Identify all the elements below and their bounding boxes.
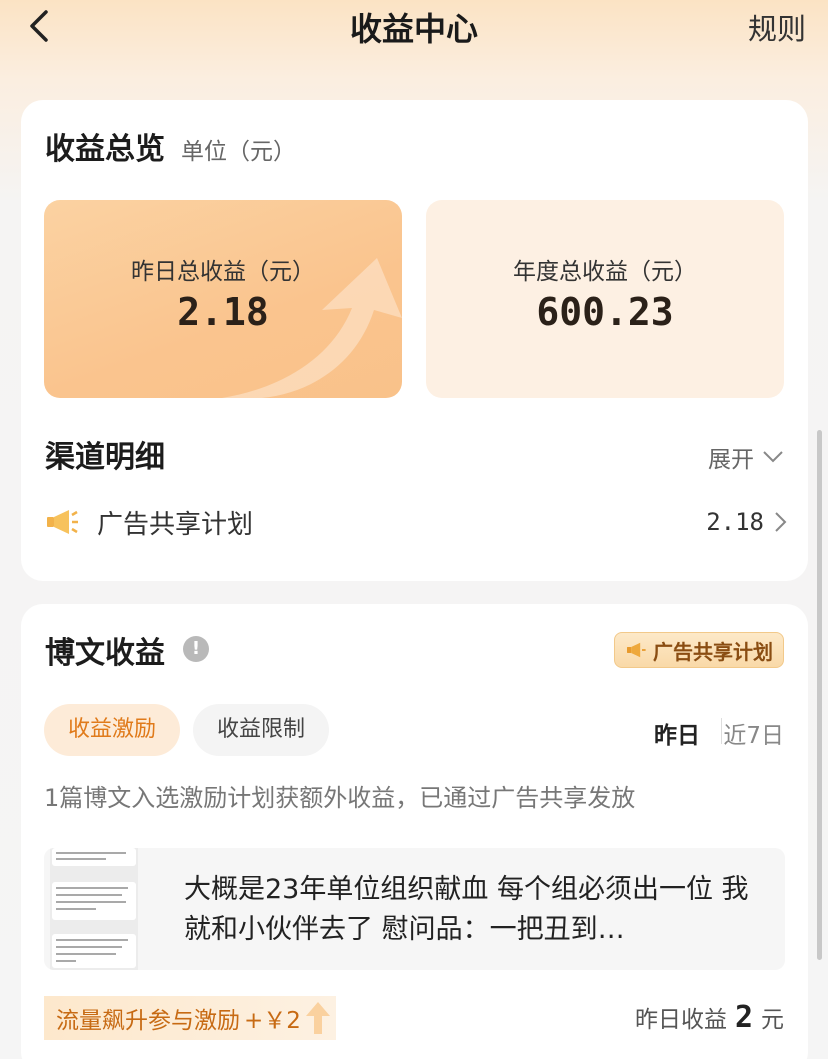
period-yesterday[interactable]: 昨日 [654,716,700,750]
annual-total-label: 年度总收益（元） [513,259,697,285]
blog-earnings-card: 博文收益 ! 广告共享计划 收益激励 收益限制 昨日 近7日 1篇博文入选激励计… [21,604,808,1059]
ad-badge-label: 广告共享计划 [653,639,773,664]
chevron-right-icon [775,512,787,532]
yesterday-income-unit: 元 [761,1007,784,1033]
yesterday-total-label: 昨日总收益（元） [131,259,315,285]
incentive-amount: +￥2 [244,1008,301,1034]
yesterday-income-label: 昨日收益 [634,1007,727,1033]
blog-earnings-title: 博文收益 [45,636,165,671]
post-excerpt: 大概是23年单位组织献血 每个组必须出一位 我就和小伙伴去了 慰问品：一把丑到… [184,874,749,945]
megaphone-icon [627,642,646,658]
period-divider [721,718,722,744]
incentive-description: 1篇博文入选激励计划获额外收益，已通过广告共享发放 [44,784,636,812]
scrollbar[interactable] [817,430,822,960]
overview-title: 收益总览 [45,132,165,167]
chevron-down-icon [763,451,783,463]
rules-link[interactable]: 规则 [748,6,806,48]
period-last-7-days[interactable]: 近7日 [723,716,784,750]
blog-post-item[interactable]: 大概是23年单位组织献血 每个组必须出一位 我就和小伙伴去了 慰问品：一把丑到… [44,848,785,970]
yesterday-income: 昨日收益 2 元 [635,1000,784,1035]
channel-value: 2.18 [706,508,764,536]
channel-details-title: 渠道明细 [45,440,165,475]
tab-earnings-incentive[interactable]: 收益激励 [44,704,180,756]
earnings-overview-card: 收益总览 单位（元） 昨日总收益（元） 2.18 年度总收益（元） 600.23… [21,100,808,581]
up-arrow-icon [305,1002,330,1034]
annual-total-value: 600.23 [536,290,674,334]
top-bar: 收益中心 规则 [0,0,828,60]
info-icon[interactable]: ! [183,636,209,662]
yesterday-total-card[interactable]: 昨日总收益（元） 2.18 [44,200,402,398]
annual-total-card[interactable]: 年度总收益（元） 600.23 [426,200,784,398]
traffic-boost-incentive: 流量飙升参与激励 +￥2 [44,996,336,1040]
expand-label: 展开 [708,447,754,473]
page-title: 收益中心 [349,10,478,48]
yesterday-total-value: 2.18 [177,290,269,334]
ad-sharing-badge[interactable]: 广告共享计划 [614,632,784,668]
unit-hint: 单位（元） [181,139,296,165]
expand-button[interactable]: 展开 [708,440,784,474]
megaphone-icon [47,510,78,534]
channel-item-ad-sharing[interactable]: 广告共享计划 2.18 [45,500,788,544]
post-thumbnail [50,848,138,970]
channel-name: 广告共享计划 [97,509,254,540]
tab-earnings-restriction[interactable]: 收益限制 [193,704,329,756]
incentive-label: 流量飙升参与激励 [56,1008,240,1034]
yesterday-income-value: 2 [734,1000,753,1035]
